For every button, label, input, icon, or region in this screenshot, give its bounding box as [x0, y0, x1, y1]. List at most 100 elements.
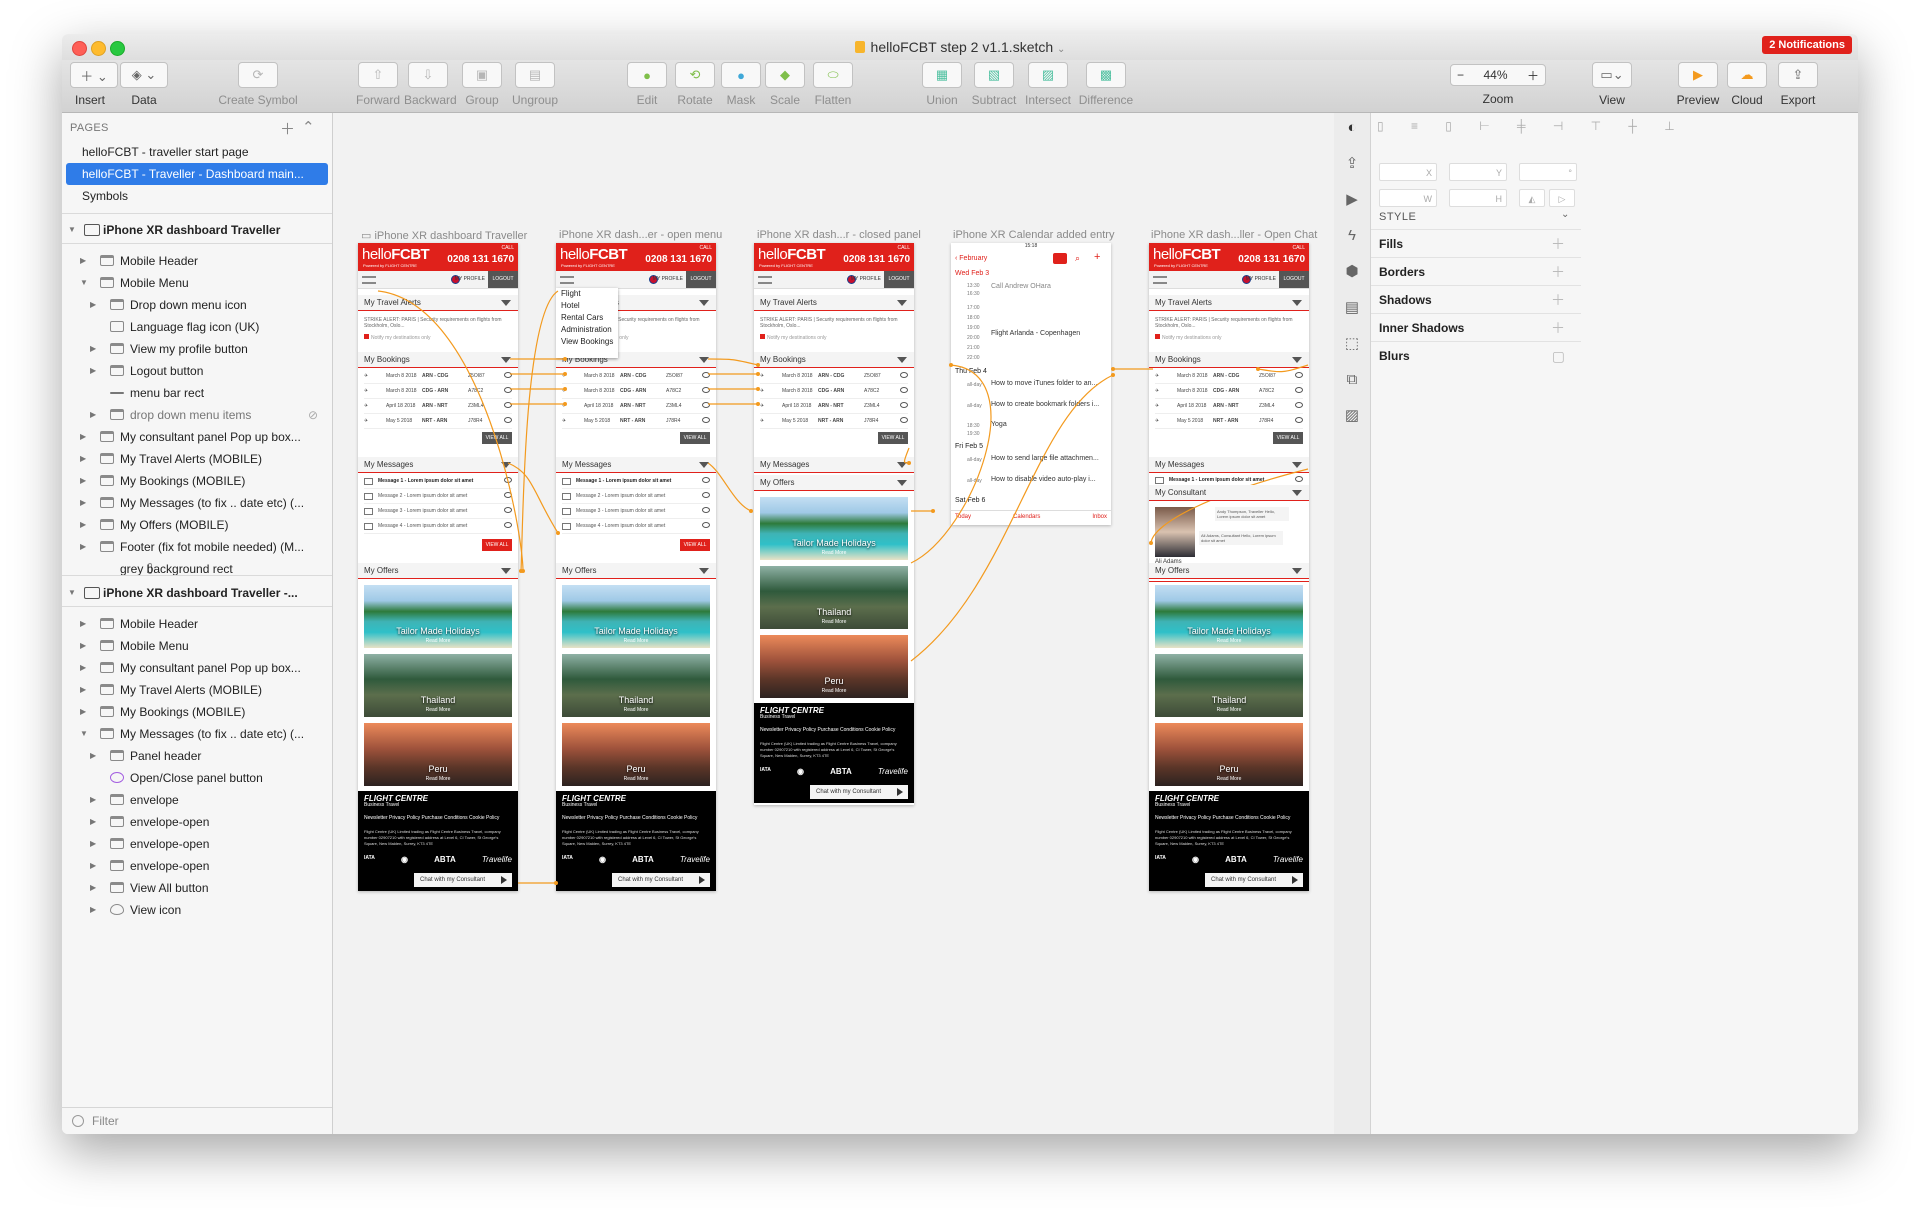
layout-icon[interactable]: ▤: [1343, 299, 1361, 317]
disclosure-icon[interactable]: ▶: [90, 745, 96, 767]
y-field[interactable]: Y: [1449, 163, 1507, 181]
data-tool[interactable]: ◈ ⌄ Data: [119, 62, 169, 107]
scale-tool[interactable]: ◆ Scale: [764, 62, 806, 107]
layer-item[interactable]: ▶ View my profile button: [62, 338, 332, 360]
prototype-link-curve[interactable]: [707, 462, 752, 512]
inner-shadows-section[interactable]: Inner Shadows ＋: [1371, 313, 1581, 341]
layer-item[interactable]: Open/Close panel button: [62, 767, 332, 789]
crop-icon[interactable]: ⧉: [1343, 371, 1361, 389]
resize-icon[interactable]: ⬚: [1343, 335, 1361, 353]
rotation-field[interactable]: °: [1519, 163, 1577, 181]
disclosure-icon[interactable]: ▶: [90, 877, 96, 899]
layer-filter[interactable]: Filter: [62, 1107, 332, 1134]
layer-item[interactable]: ▶ My Offers (MOBILE): [62, 514, 332, 536]
add-border-icon[interactable]: ＋: [1551, 258, 1565, 286]
layer-item[interactable]: menu bar rect: [62, 382, 332, 404]
layer-item[interactable]: ▶ View All button: [62, 877, 332, 899]
disclosure-icon[interactable]: ▶: [80, 250, 86, 272]
collapse-pages-icon[interactable]: ⌃: [302, 118, 315, 136]
layer-item[interactable]: ▶ My Bookings (MOBILE): [62, 470, 332, 492]
align-tools[interactable]: ▯ ≡ ▯ ⊢ ╪ ⊣ ⊤ ┼ ⊥: [1377, 119, 1687, 133]
prototype-play-icon[interactable]: ▶: [1343, 191, 1361, 209]
layer-item[interactable]: ▶ Footer (fix fot mobile needed) (M...: [62, 536, 332, 558]
notifications-badge[interactable]: 2 Notifications: [1762, 36, 1852, 54]
prototype-link-curve[interactable]: [1150, 468, 1309, 544]
layer-item[interactable]: ▶ Logout button: [62, 360, 332, 382]
inspector-style-icon[interactable]: ◐: [1343, 119, 1361, 137]
prototype-link-curve[interactable]: [520, 290, 559, 572]
view-tool[interactable]: ▭⌄ View: [1592, 62, 1632, 107]
disclosure-icon[interactable]: ▶: [90, 789, 96, 811]
disclosure-icon[interactable]: ▶: [80, 492, 86, 514]
lightning-icon[interactable]: ϟ: [1343, 227, 1361, 245]
image-add-icon[interactable]: ▨: [1343, 407, 1361, 425]
hidden-eye-icon[interactable]: ⊘: [308, 404, 318, 426]
disclosure-icon[interactable]: ▶: [90, 360, 96, 382]
disclosure-icon[interactable]: ▶: [80, 635, 86, 657]
canvas[interactable]: ▭ iPhone XR dashboard Traveller iPhone X…: [333, 113, 1334, 1134]
group-tool[interactable]: ▣ Group: [460, 62, 504, 107]
difference-tool[interactable]: ▩ Difference: [1076, 62, 1136, 107]
zoom-in-icon[interactable]: ＋: [1527, 67, 1539, 84]
disclosure-icon[interactable]: ▶: [80, 470, 86, 492]
add-fill-icon[interactable]: ＋: [1551, 230, 1565, 258]
blur-toggle[interactable]: ▢: [1552, 342, 1565, 370]
shadows-section[interactable]: Shadows ＋: [1371, 285, 1581, 313]
layer-artboard[interactable]: ▼ iPhone XR dashboard Traveller -...: [62, 582, 332, 604]
mask-tool[interactable]: ● Mask: [720, 62, 762, 107]
disclosure-icon[interactable]: ▶: [80, 679, 86, 701]
disclosure-icon[interactable]: ▶: [80, 448, 86, 470]
subtract-tool[interactable]: ▧ Subtract: [968, 62, 1020, 107]
disclosure-open-icon[interactable]: ▼: [68, 582, 76, 604]
disclosure-icon[interactable]: ▼: [80, 723, 88, 745]
disclosure-icon[interactable]: ▶: [80, 514, 86, 536]
borders-section[interactable]: Borders ＋: [1371, 257, 1581, 285]
page-item-selected[interactable]: helloFCBT - Traveller - Dashboard main..…: [66, 163, 328, 185]
layer-item[interactable]: ▶ My Bookings (MOBILE): [62, 701, 332, 723]
layer-item[interactable]: ▶ drop down menu items ⊘: [62, 404, 332, 426]
consultant-header[interactable]: My Consultant: [1149, 485, 1309, 501]
layer-item[interactable]: ▶ Mobile Menu: [62, 635, 332, 657]
disclosure-icon[interactable]: ▶: [90, 338, 96, 360]
hexagon-icon[interactable]: ⬢: [1343, 263, 1361, 281]
layer-item[interactable]: ▶ My Travel Alerts (MOBILE): [62, 679, 332, 701]
rotate-tool[interactable]: ⟲ Rotate: [672, 62, 718, 107]
page-item[interactable]: Symbols: [66, 185, 328, 207]
add-inner-shadow-icon[interactable]: ＋: [1551, 314, 1565, 342]
disclosure-icon[interactable]: ▶: [90, 899, 96, 921]
disclosure-icon[interactable]: ▶: [80, 536, 86, 558]
layer-artboard[interactable]: ▼ iPhone XR dashboard Traveller: [62, 219, 332, 241]
layer-item[interactable]: ▼ Mobile Menu: [62, 272, 332, 294]
ungroup-tool[interactable]: ▤ Ungroup: [508, 62, 562, 107]
disclosure-icon[interactable]: ▶: [90, 833, 96, 855]
prototype-link-curve[interactable]: [903, 447, 910, 464]
disclosure-open-icon[interactable]: ▼: [68, 219, 76, 241]
window-title[interactable]: helloFCBT step 2 v1.1.sketch ⌄: [62, 39, 1858, 55]
union-tool[interactable]: ▦ Union: [920, 62, 964, 107]
height-field[interactable]: H: [1449, 189, 1507, 207]
layer-item[interactable]: ▶ My Messages (to fix .. date etc) (...: [62, 492, 332, 514]
flip-vertical-icon[interactable]: ▷: [1549, 189, 1575, 207]
create-symbol-tool[interactable]: ⟳ Create Symbol: [212, 62, 304, 107]
prototype-link-curve[interactable]: [910, 374, 1114, 662]
layer-item[interactable]: ▶ My Travel Alerts (MOBILE): [62, 448, 332, 470]
backward-tool[interactable]: ⇩ Backward: [404, 62, 457, 107]
layer-item[interactable]: ▶ Panel header: [62, 745, 332, 767]
prototype-link-curve[interactable]: [1257, 364, 1309, 373]
layer-item[interactable]: grey background rect: [62, 558, 332, 580]
fills-section[interactable]: Fills ＋: [1371, 229, 1581, 257]
layer-item[interactable]: ▶ Mobile Header: [62, 250, 332, 272]
layer-item[interactable]: ▶ envelope-open: [62, 855, 332, 877]
layer-item[interactable]: ▶ My consultant panel Pop up box...: [62, 657, 332, 679]
prototype-link-curve[interactable]: [707, 358, 759, 366]
layer-item[interactable]: ▶ Mobile Header: [62, 613, 332, 635]
flatten-tool[interactable]: ⬭ Flatten: [810, 62, 856, 107]
layer-item[interactable]: ▶ View icon: [62, 899, 332, 921]
width-field[interactable]: W: [1379, 189, 1437, 207]
disclosure-icon[interactable]: ▶: [80, 426, 86, 448]
preview-tool[interactable]: ▶ Preview: [1672, 62, 1724, 107]
forward-tool[interactable]: ⇧ Forward: [354, 62, 402, 107]
flip-horizontal-icon[interactable]: ◭: [1519, 189, 1545, 207]
layer-item[interactable]: Language flag icon (UK): [62, 316, 332, 338]
layer-item[interactable]: ▶ envelope-open: [62, 833, 332, 855]
